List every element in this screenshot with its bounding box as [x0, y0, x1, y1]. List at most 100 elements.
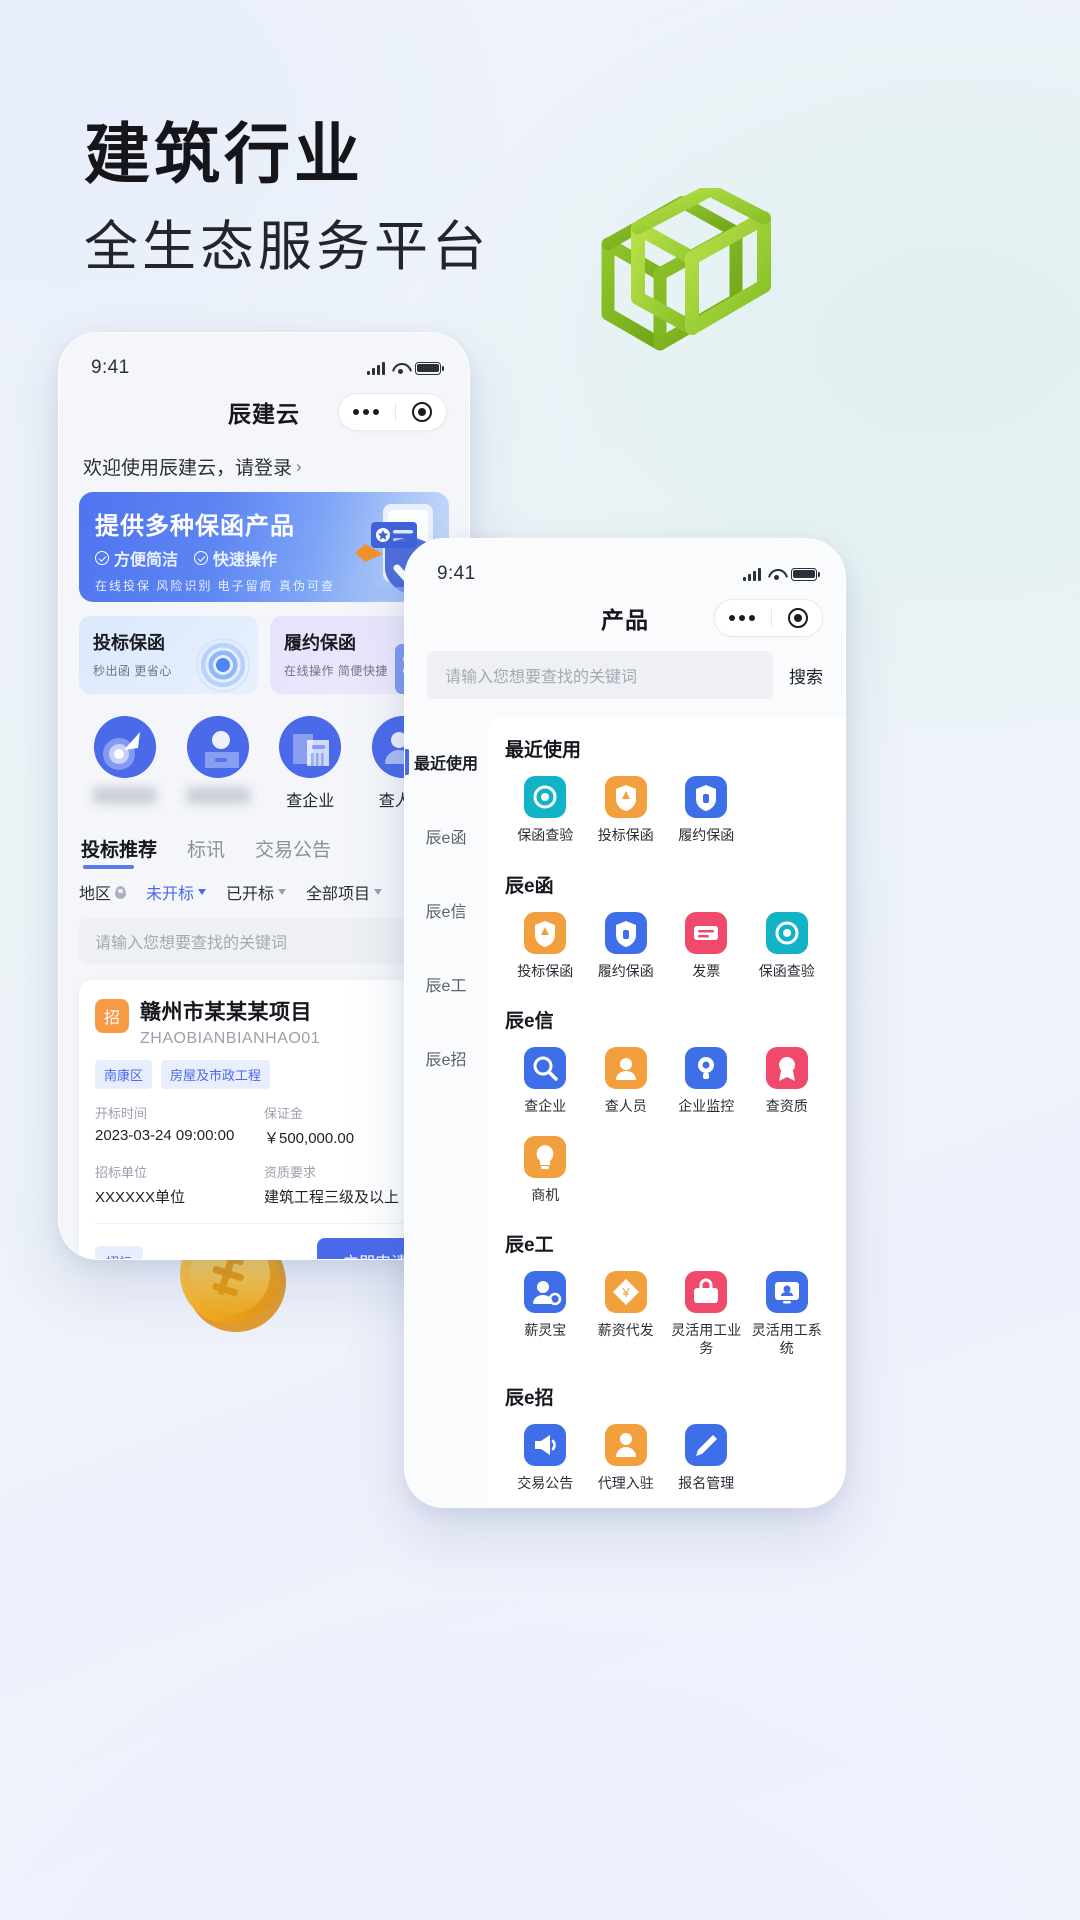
product-item[interactable]: 保函查验: [747, 911, 828, 981]
product-label: 代理入驻: [597, 1475, 654, 1491]
product-label: 报名管理: [678, 1475, 735, 1491]
filter-all-projects[interactable]: 全部项目: [306, 880, 383, 904]
filter-unopened[interactable]: 未开标: [146, 880, 207, 904]
product-item[interactable]: 薪灵宝: [505, 1271, 586, 1357]
filter-label: 地区: [79, 886, 112, 903]
tab-trade-notice[interactable]: 交易公告: [255, 835, 331, 862]
product-item[interactable]: 交易公告: [505, 1424, 586, 1493]
status-time: 9:41: [91, 357, 130, 378]
product-item[interactable]: 履约保函: [586, 911, 667, 981]
login-prompt-text: 欢迎使用辰建云，请登录: [83, 458, 293, 479]
project-title: 赣州市某某某项目: [140, 1001, 312, 1024]
more-dots-icon[interactable]: [729, 615, 755, 621]
battery-icon: [791, 567, 821, 581]
quick-entry-0[interactable]: [79, 716, 172, 811]
product-label: 保函查验: [758, 962, 815, 979]
quick-entry-company[interactable]: 查企业: [264, 716, 357, 811]
search-input-b[interactable]: 请输入您想要查找的关键词: [427, 651, 773, 699]
coin-hand-icon: ¥: [604, 1271, 647, 1313]
meta-label: 开标时间: [95, 1106, 148, 1121]
product-label: 薪灵宝: [524, 1322, 567, 1338]
mini-program-capsule[interactable]: [714, 599, 823, 637]
award-icon: [765, 1047, 808, 1089]
product-item[interactable]: 企业监控: [666, 1047, 747, 1116]
product-item[interactable]: 代理入驻: [586, 1424, 667, 1493]
product-item[interactable]: 发票: [666, 911, 747, 981]
invoice-icon: [685, 911, 728, 954]
product-item[interactable]: 投标保函: [505, 911, 586, 981]
product-item[interactable]: 投标保函: [586, 776, 667, 845]
login-prompt[interactable]: 欢迎使用辰建云，请登录 ›: [79, 439, 449, 492]
filter-opened[interactable]: 已开标: [226, 880, 287, 904]
section-ehan: 辰e函 投标保函 履约保函 发票 保函查验: [505, 871, 827, 1001]
product-item[interactable]: 灵活用工业务: [666, 1271, 747, 1357]
sidebar-item-ehan[interactable]: 辰e函: [405, 799, 487, 873]
meta-label: 招标单位: [95, 1165, 148, 1180]
guarantee-card-row: 投标保函 秒出函 更省心 履约保函 在线操作 简便快捷: [79, 616, 449, 694]
product-item[interactable]: 灵活用工系统: [747, 1271, 828, 1357]
mini-program-capsule[interactable]: [338, 393, 447, 431]
location-pin-icon: [115, 885, 127, 899]
svg-text:¥: ¥: [621, 1285, 630, 1300]
shield-arrow-icon: [604, 776, 647, 818]
status-bar-b: 9:41: [405, 539, 845, 591]
nav-bar-a: 辰建云: [59, 385, 469, 439]
shield-lock-icon: [685, 776, 728, 818]
project-chip-region: 南康区: [95, 1060, 153, 1089]
product-item[interactable]: 履约保函: [666, 776, 747, 845]
quick-entry-label: [185, 787, 250, 804]
category-sidebar: 最近使用 辰e函 辰e信 辰e工 辰e招: [405, 717, 487, 1507]
page-title: 产品: [601, 607, 649, 633]
tab-news[interactable]: 标讯: [187, 835, 225, 862]
project-card[interactable]: ☆ 招 赣州市某某某项目 ZHAOBIANBIANHAO01 南康区 房屋及市政…: [79, 980, 449, 1259]
sidebar-item-ezhao[interactable]: 辰e招: [405, 1021, 487, 1095]
sidebar-item-recent[interactable]: 最近使用: [405, 725, 487, 799]
chevron-down-icon: [198, 889, 207, 895]
target-circle-icon[interactable]: [412, 402, 432, 422]
product-item[interactable]: 报名管理: [666, 1424, 747, 1493]
section-title: 辰e信: [505, 1011, 554, 1032]
pen-edit-icon: [685, 1424, 728, 1466]
chevron-down-icon: [374, 889, 383, 895]
guarantee-card-bid[interactable]: 投标保函 秒出函 更省心: [79, 616, 258, 694]
worker-icon: [524, 1271, 567, 1313]
filter-region[interactable]: 地区: [79, 880, 127, 904]
toolbox-icon: [685, 1271, 728, 1313]
product-item[interactable]: 商机: [505, 1135, 586, 1205]
wifi-icon: [768, 568, 784, 580]
product-item[interactable]: ¥ 薪资代发: [586, 1271, 667, 1357]
meta-value: 2023-03-24 09:00:00: [95, 1127, 235, 1144]
product-item[interactable]: 查企业: [505, 1047, 586, 1116]
sidebar-item-egong[interactable]: 辰e工: [405, 947, 487, 1021]
search-input-a[interactable]: 请输入您想要查找的关键词: [79, 918, 449, 964]
bulb-icon: [524, 1135, 567, 1178]
product-label: 企业监控: [678, 1098, 735, 1114]
project-code: ZHAOBIANBIANHAO01: [140, 1030, 321, 1047]
project-meta-row-2: 招标单位 XXXXXX单位 资质要求 建筑工程三级及以上: [95, 1162, 433, 1207]
product-label: 发票: [692, 962, 721, 979]
section-egong: 辰e工 薪灵宝 ¥ 薪资代发 灵活用工业务 灵活用工系统: [505, 1230, 827, 1377]
headline-line2: 全生态服务平台: [84, 216, 490, 277]
promo-banner[interactable]: 提供多种保函产品 方便简洁 快速操作 在线投保 风险识别 电子留痕 真伪可查: [79, 492, 449, 602]
product-item[interactable]: 保函查验: [505, 776, 586, 845]
section-recent: 最近使用 保函查验 投标保函 履约保函: [505, 735, 827, 865]
quick-entry-label: 查企业: [286, 793, 335, 810]
product-item[interactable]: 查人员: [586, 1047, 667, 1116]
signal-bars-icon: [743, 567, 761, 581]
more-dots-icon[interactable]: [353, 409, 379, 415]
tab-bid-recommend[interactable]: 投标推荐: [81, 835, 157, 869]
product-label: 保函查验: [517, 827, 574, 843]
chevron-down-icon: [278, 889, 287, 895]
chevron-right-icon: ›: [296, 456, 302, 476]
search-button[interactable]: 搜索: [789, 663, 823, 688]
sidebar-item-exin[interactable]: 辰e信: [405, 873, 487, 947]
filter-label: 未开标: [146, 886, 195, 903]
product-label: 查企业: [524, 1098, 567, 1114]
quick-entry-1[interactable]: [172, 716, 265, 811]
monitor-person-icon: [765, 1271, 808, 1313]
product-item[interactable]: 查资质: [747, 1047, 828, 1116]
status-bar-a: 9:41: [59, 333, 469, 385]
wifi-icon: [392, 362, 408, 374]
company-search-icon: [524, 1047, 567, 1089]
target-circle-icon[interactable]: [788, 608, 808, 628]
